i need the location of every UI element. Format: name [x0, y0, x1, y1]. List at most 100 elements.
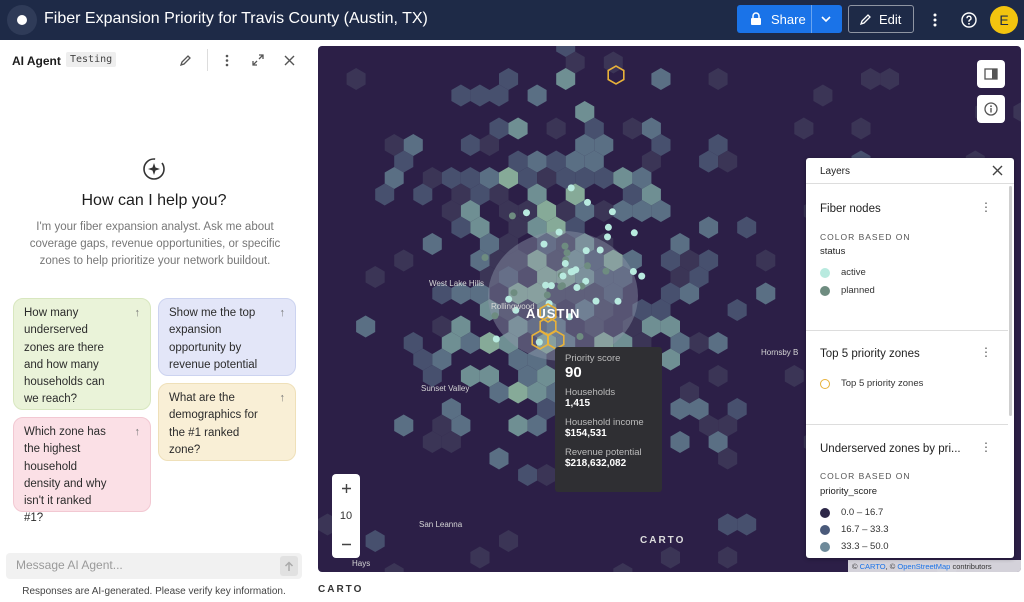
app-logo[interactable]	[7, 5, 37, 35]
layer-name[interactable]: Underserved zones by pri...	[820, 443, 961, 455]
suggestion-card[interactable]: What are the demographics for the #1 ran…	[158, 383, 296, 461]
more-vert-icon[interactable]: ⋮	[980, 200, 992, 214]
city-label: Sunset Valley	[421, 384, 470, 393]
attribution-separator: , ©	[885, 562, 896, 571]
color-based-on-label: COLOR BASED ON	[820, 471, 911, 481]
fiber-node	[543, 291, 551, 299]
share-button[interactable]: Share	[737, 5, 842, 33]
fiber-node	[638, 272, 646, 280]
hex-cell	[756, 282, 776, 305]
suggestion-card[interactable]: Which zone has the highest household den…	[13, 417, 151, 524]
attribution-suffix: contributors	[952, 562, 992, 571]
hex-cell	[651, 68, 671, 90]
help-description: I'm your fiber expansion analyst. Ask me…	[29, 221, 281, 267]
message-input[interactable]	[16, 558, 266, 572]
layers-scrollbar[interactable]	[1009, 186, 1012, 416]
layer-name[interactable]: Fiber nodes	[820, 203, 881, 215]
suggestion-text: Which zone has the highest household den…	[24, 426, 107, 525]
city-label: West Lake Hills	[429, 279, 484, 288]
sidebar-toggle-button[interactable]	[977, 60, 1005, 88]
layers-panel: Layers Fiber nodes ⋮ COLOR BASED ON stat…	[806, 158, 1014, 558]
city-label: Hays	[352, 559, 371, 568]
chevron-down-icon[interactable]	[821, 14, 831, 24]
page-title: Fiber Expansion Priority for Travis Coun…	[44, 10, 428, 27]
hex-cell	[737, 216, 757, 239]
layer-name[interactable]: Top 5 priority zones	[820, 348, 920, 360]
fiber-node	[558, 282, 566, 290]
hex-cell	[670, 431, 690, 453]
fiber-node	[576, 333, 584, 340]
color-based-on-label: COLOR BASED ON	[820, 232, 911, 242]
legend-item: active	[820, 267, 866, 278]
hex-cell	[451, 84, 471, 107]
more-vert-icon[interactable]	[219, 52, 235, 68]
hex-cell	[794, 117, 814, 140]
map-attribution: © CARTO, © OpenStreetMap contributors	[848, 560, 1021, 572]
plus-icon	[341, 483, 351, 493]
ai-agent-panel: AI Agent Testing How can I help you? I'm…	[0, 40, 308, 602]
fiber-node	[604, 233, 611, 241]
close-icon[interactable]	[992, 163, 1003, 181]
attribution-prefix: ©	[852, 562, 858, 571]
hex-cell	[603, 51, 623, 74]
zoom-out-button[interactable]	[332, 530, 360, 558]
hex-cell	[422, 233, 442, 255]
more-vert-icon[interactable]	[925, 10, 945, 30]
fiber-node	[561, 260, 569, 267]
panel-title: AI Agent	[12, 54, 61, 68]
layers-header: Layers	[806, 158, 1014, 184]
zoom-in-button[interactable]	[332, 474, 360, 502]
tooltip-revenue-value: $218,632,082	[565, 458, 627, 469]
fiber-node	[523, 209, 530, 217]
hex-cell	[470, 84, 490, 107]
arrow-up-icon: ↑	[279, 307, 286, 319]
panel-header: AI Agent Testing	[0, 40, 308, 80]
hex-cell	[537, 464, 557, 486]
hex-cell	[508, 117, 528, 140]
panel-icon	[984, 68, 998, 80]
hex-cell	[708, 365, 728, 387]
info-button[interactable]	[977, 95, 1005, 123]
pencil-icon[interactable]	[177, 52, 193, 68]
avatar[interactable]: E	[990, 6, 1018, 34]
tooltip-revenue-label: Revenue potential	[565, 447, 642, 458]
layers-title: Layers	[820, 166, 851, 177]
hex-cell	[470, 546, 490, 569]
hex-cell	[518, 464, 538, 486]
fiber-node	[630, 229, 638, 237]
hex-cell	[737, 513, 757, 536]
send-button[interactable]	[280, 556, 298, 576]
hex-cell	[622, 117, 642, 140]
hex-cell	[699, 216, 719, 239]
sparkle-icon	[143, 158, 165, 180]
hex-cell	[613, 563, 633, 572]
suggestion-card[interactable]: Show me the top expansion opportunity by…	[158, 298, 296, 376]
arrow-up-icon: ↑	[134, 307, 141, 319]
color-field: priority_score	[820, 486, 878, 497]
help-icon[interactable]	[959, 10, 979, 30]
map-canvas[interactable]: West Lake Hills Rollingwood AUSTIN Sunse…	[318, 46, 1021, 572]
suggestion-text: What are the demographics for the #1 ran…	[169, 392, 258, 456]
more-vert-icon[interactable]: ⋮	[980, 440, 992, 454]
status-badge: Testing	[66, 52, 117, 67]
fiber-node	[614, 297, 622, 305]
fiber-node	[540, 240, 548, 248]
app-header: Fiber Expansion Priority for Travis Coun…	[0, 0, 1024, 40]
fiber-node	[584, 198, 591, 206]
fiber-node	[561, 242, 569, 250]
tooltip-priority-value: 90	[565, 364, 582, 381]
more-vert-icon[interactable]: ⋮	[980, 345, 992, 359]
fiber-node	[592, 297, 600, 305]
osm-link[interactable]: OpenStreetMap	[897, 562, 950, 571]
carto-link[interactable]: CARTO	[860, 562, 886, 571]
map-area: West Lake Hills Rollingwood AUSTIN Sunse…	[308, 40, 1024, 602]
suggestion-card[interactable]: How many underserved zones are there and…	[13, 298, 151, 410]
close-icon[interactable]	[281, 52, 297, 68]
arrow-up-icon: ↑	[134, 426, 141, 438]
hex-cell	[756, 249, 776, 272]
legend-item: 0.0 – 16.7	[820, 507, 883, 518]
suggestion-text: How many underserved zones are there and…	[24, 307, 105, 406]
info-icon	[984, 102, 998, 116]
expand-icon[interactable]	[250, 52, 266, 68]
edit-button[interactable]: Edit	[848, 5, 914, 33]
